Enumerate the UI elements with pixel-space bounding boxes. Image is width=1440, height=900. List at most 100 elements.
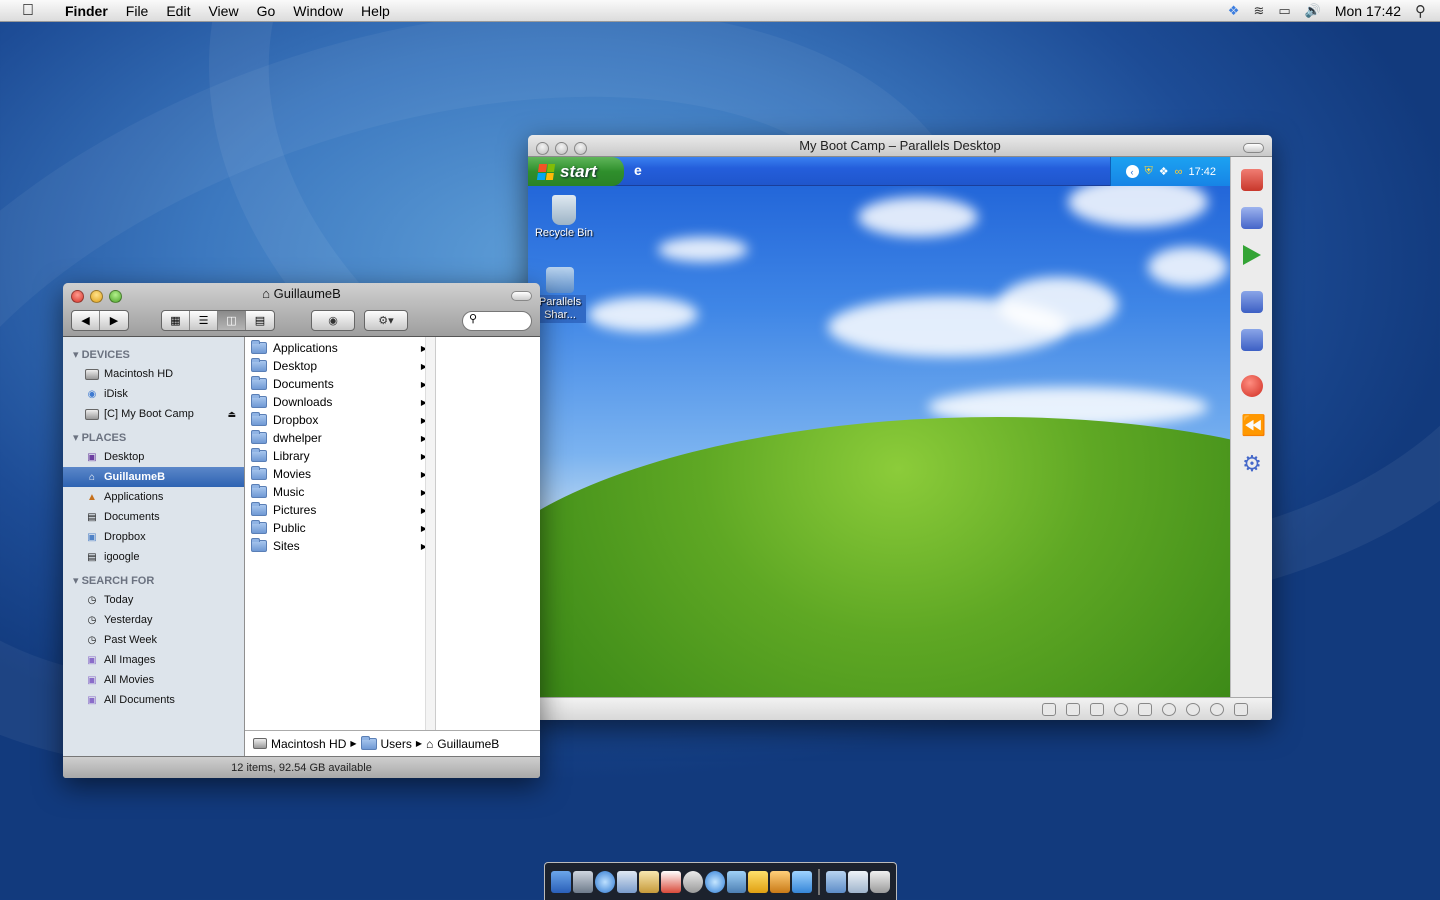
quick-look-button[interactable]: ◉	[311, 310, 355, 331]
sidebar-item-yesterday[interactable]: ◷ Yesterday	[63, 610, 244, 630]
parallels-dock-icon[interactable]	[748, 870, 769, 893]
tray-expand-icon[interactable]: ‹	[1125, 165, 1139, 178]
menu-view[interactable]: View	[199, 0, 247, 22]
wifi-icon[interactable]: ≋	[1253, 3, 1264, 19]
internet-explorer-icon[interactable]: e	[634, 162, 652, 180]
address-book-dock-icon[interactable]	[638, 870, 659, 893]
fullscreen-icon[interactable]	[1241, 291, 1263, 313]
trash-dock-icon[interactable]	[870, 870, 891, 893]
devices-heading[interactable]: ▾ DEVICES	[63, 345, 244, 364]
menubar-clock[interactable]: Mon 17:42	[1335, 3, 1401, 19]
search-field[interactable]: ⚲	[462, 311, 532, 331]
places-heading[interactable]: ▾ PLACES	[63, 428, 244, 447]
coverflow-view-button[interactable]: ▤	[246, 311, 274, 330]
icon-view-button[interactable]: ▦	[162, 311, 190, 330]
menu-edit[interactable]: Edit	[157, 0, 199, 22]
forward-button[interactable]: ▶	[100, 311, 128, 330]
network-icon[interactable]	[1162, 703, 1176, 716]
parallels-shared-desktop-icon[interactable]: Parallels Shar...	[534, 267, 586, 323]
applications-folder-dock-icon[interactable]	[826, 870, 847, 893]
itunes-dock-icon[interactable]	[704, 870, 725, 893]
volume-icon[interactable]: 🔊	[1305, 3, 1321, 19]
ichat-dock-icon[interactable]	[682, 870, 703, 893]
sidebar-item-documents[interactable]: ▤ Documents	[63, 507, 244, 527]
stop-icon[interactable]	[1241, 169, 1263, 191]
search-for-heading[interactable]: ▾ SEARCH FOR	[63, 571, 244, 590]
sidebar-item-today[interactable]: ◷ Today	[63, 590, 244, 610]
apple-menu-icon[interactable]: 	[0, 2, 56, 20]
shared-folder-icon[interactable]	[1234, 703, 1248, 716]
list-item[interactable]: Sites ▶	[245, 537, 435, 555]
battery-icon[interactable]: ▭	[1278, 3, 1290, 19]
list-item[interactable]: Applications ▶	[245, 339, 435, 357]
cd-icon[interactable]	[1114, 703, 1128, 716]
list-item[interactable]: Movies ▶	[245, 465, 435, 483]
menu-go[interactable]: Go	[248, 0, 285, 22]
list-item[interactable]: Library ▶	[245, 447, 435, 465]
safari-dock-icon[interactable]	[594, 870, 615, 893]
list-item[interactable]: Public ▶	[245, 519, 435, 537]
list-item[interactable]: Pictures ▶	[245, 501, 435, 519]
path-users[interactable]: Users	[381, 737, 412, 751]
ical-dock-icon[interactable]	[660, 870, 681, 893]
list-item[interactable]: Downloads ▶	[245, 393, 435, 411]
sidebar-item-all-movies[interactable]: ▣ All Movies	[63, 670, 244, 690]
sidebar-item-idisk[interactable]: ◉ iDisk	[63, 384, 244, 404]
sidebar-item-guillaumeb[interactable]: ⌂ GuillaumeB	[63, 467, 244, 487]
sidebar-item-applications[interactable]: ▲ Applications	[63, 487, 244, 507]
printer-icon[interactable]	[1138, 703, 1152, 716]
parallels-tray-icon[interactable]: ∞	[1175, 166, 1183, 178]
finder-titlebar[interactable]: ⌂ GuillaumeB ◀ ▶ ▦ ☰ ◫ ▤ ◉ ⚙▾ ⚲	[63, 283, 540, 337]
path-macintosh-hd[interactable]: Macintosh HD	[271, 737, 346, 751]
sidebar-item-boot-camp[interactable]: [C] My Boot Camp ⏏	[63, 404, 244, 424]
coherence-icon[interactable]	[1241, 329, 1263, 351]
pause-icon[interactable]	[1241, 207, 1263, 229]
usb-icon[interactable]	[1210, 703, 1224, 716]
back-button[interactable]: ◀	[72, 311, 100, 330]
floppy-icon[interactable]	[1066, 703, 1080, 716]
keyboard-icon[interactable]	[1042, 703, 1056, 716]
dropbox-icon[interactable]: ❖	[1228, 3, 1240, 19]
windows-xp-desktop[interactable]: start e ‹ ⛨ ❖ ∞ 17:42 Recycle Bin Parall…	[528, 157, 1230, 697]
eject-icon[interactable]: ⏏	[227, 409, 236, 420]
path-guillaumeb[interactable]: GuillaumeB	[437, 737, 499, 751]
sidebar-item-all-images[interactable]: ▣ All Images	[63, 650, 244, 670]
toolbar-toggle-button[interactable]	[511, 291, 532, 301]
sidebar-item-desktop[interactable]: ▣ Desktop	[63, 447, 244, 467]
parallels-titlebar[interactable]: My Boot Camp – Parallels Desktop	[528, 135, 1272, 157]
sidebar-item-dropbox[interactable]: ▣ Dropbox	[63, 527, 244, 547]
menu-help[interactable]: Help	[352, 0, 399, 22]
record-icon[interactable]	[1241, 375, 1263, 397]
menu-window[interactable]: Window	[284, 0, 352, 22]
sound-icon[interactable]	[1186, 703, 1200, 716]
security-shield-icon[interactable]: ⛨	[1145, 165, 1153, 178]
dropbox-tray-icon[interactable]: ❖	[1159, 165, 1169, 178]
preview-dock-icon[interactable]	[616, 870, 637, 893]
column-view-button[interactable]: ◫	[218, 311, 246, 330]
list-view-button[interactable]: ☰	[190, 311, 218, 330]
finder-dock-icon[interactable]	[551, 870, 571, 893]
list-item[interactable]: dwhelper ▶	[245, 429, 435, 447]
rewind-icon[interactable]: ⏪	[1241, 415, 1266, 437]
play-icon[interactable]	[1243, 245, 1261, 265]
sidebar-item-macintosh-hd[interactable]: Macintosh HD	[63, 364, 244, 384]
documents-stack-dock-icon[interactable]	[848, 870, 869, 893]
word-dock-icon[interactable]	[792, 870, 813, 893]
system-preferences-dock-icon[interactable]	[572, 870, 593, 893]
column-scrollbar[interactable]	[425, 337, 435, 756]
menu-file[interactable]: File	[117, 0, 158, 22]
list-item[interactable]: Documents ▶	[245, 375, 435, 393]
list-item[interactable]: Music ▶	[245, 483, 435, 501]
hard-disk-icon[interactable]	[1090, 703, 1104, 716]
spotlight-icon[interactable]: ⚲	[1415, 2, 1426, 20]
recycle-bin-desktop-icon[interactable]: Recycle Bin	[534, 195, 594, 239]
menu-app-finder[interactable]: Finder	[56, 0, 117, 22]
list-item[interactable]: Dropbox ▶	[245, 411, 435, 429]
column-empty[interactable]	[436, 337, 540, 756]
toolbar-toggle-button[interactable]	[1243, 143, 1264, 153]
photo-app-dock-icon[interactable]	[726, 870, 747, 893]
sidebar-item-igoogle[interactable]: ▤ igoogle	[63, 547, 244, 567]
sidebar-item-all-documents[interactable]: ▣ All Documents	[63, 690, 244, 710]
xp-start-button[interactable]: start	[528, 157, 624, 186]
sidebar-item-past-week[interactable]: ◷ Past Week	[63, 630, 244, 650]
